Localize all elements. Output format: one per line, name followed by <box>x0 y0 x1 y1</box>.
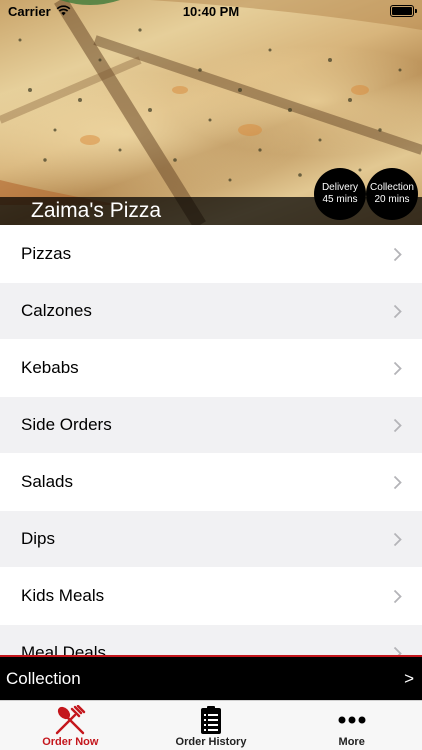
tab-order-now[interactable]: Order Now <box>0 701 141 750</box>
tab-order-history[interactable]: Order History <box>141 701 282 750</box>
menu-item-dips[interactable]: Dips <box>0 511 422 568</box>
delivery-label: Delivery <box>321 182 359 193</box>
menu-item-side-orders[interactable]: Side Orders <box>0 397 422 454</box>
more-dots-icon <box>338 704 366 736</box>
fork-knife-icon <box>53 704 87 736</box>
tab-more[interactable]: More <box>281 701 422 750</box>
tab-label: Order History <box>175 736 247 748</box>
chevron-right-icon <box>393 475 402 490</box>
chevron-right-icon <box>393 532 402 547</box>
clipboard-list-icon <box>200 704 222 736</box>
menu-item-label: Dips <box>21 529 56 548</box>
collection-time-badge: Collection 20 mins <box>366 168 418 220</box>
collection-label: Collection <box>370 182 414 193</box>
menu-item-kids-meals[interactable]: Kids Meals <box>0 568 422 625</box>
menu-item-label: Kids Meals <box>21 586 105 605</box>
menu-category-list: Pizzas Calzones Kebabs Side Orders Salad… <box>0 226 422 682</box>
carrier-label: Carrier <box>8 3 51 19</box>
menu-item-pizzas[interactable]: Pizzas <box>0 226 422 283</box>
menu-item-label: Pizzas <box>21 244 72 263</box>
wifi-icon <box>56 4 71 19</box>
menu-item-calzones[interactable]: Calzones <box>0 283 422 340</box>
chevron-right-icon <box>393 418 402 433</box>
delivery-time-badge: Delivery 45 mins <box>314 168 366 220</box>
menu-item-label: Salads <box>21 472 73 491</box>
menu-item-label: Side Orders <box>21 415 112 434</box>
tab-label: Order Now <box>42 736 99 748</box>
delivery-time: 45 mins <box>322 194 358 205</box>
battery-icon <box>390 5 417 17</box>
collection-mode-label: Collection <box>6 668 81 688</box>
status-bar: Carrier 10:40 PM <box>0 0 422 22</box>
collection-mode-button[interactable]: Collection > <box>0 655 422 700</box>
chevron-right-icon <box>393 361 402 376</box>
chevron-right-icon <box>393 589 402 604</box>
collection-time: 20 mins <box>374 194 410 205</box>
collection-mode-arrow: > <box>404 668 414 688</box>
menu-item-kebabs[interactable]: Kebabs <box>0 340 422 397</box>
tab-label: More <box>338 736 365 748</box>
menu-item-label: Kebabs <box>21 358 79 377</box>
chevron-right-icon <box>393 304 402 319</box>
menu-item-label: Calzones <box>21 301 92 320</box>
tab-bar: Order Now Order History More <box>0 700 422 750</box>
chevron-right-icon <box>393 247 402 262</box>
menu-item-salads[interactable]: Salads <box>0 454 422 511</box>
